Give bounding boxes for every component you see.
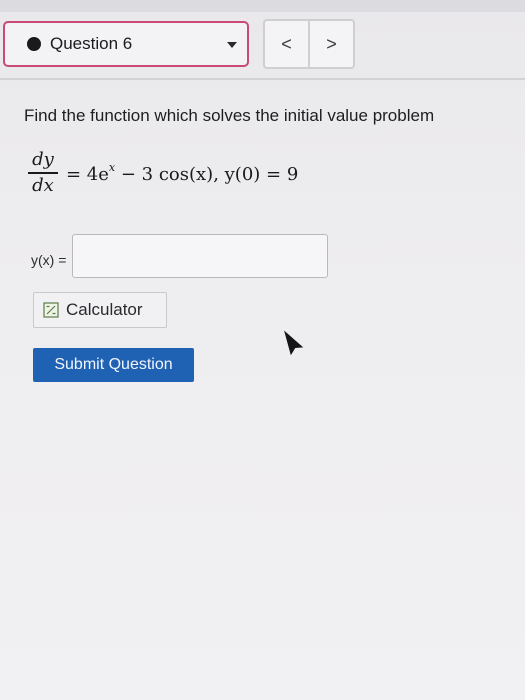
fraction-denominator: dx (32, 174, 54, 196)
mouse-pointer-icon (284, 330, 304, 356)
chevron-right-icon: > (326, 33, 337, 54)
question-select[interactable]: Question 6 (3, 21, 249, 67)
fraction-bar (28, 172, 58, 174)
fraction-numerator: dy (32, 149, 54, 170)
submit-question-button[interactable]: Submit Question (33, 348, 194, 382)
caret-down-icon[interactable] (227, 42, 237, 48)
calculator-icon (43, 302, 59, 318)
differential-equation: dy dx = 4ex − 3 cos(x), y(0) = 9 (28, 150, 298, 196)
previous-question-button[interactable]: < (265, 21, 308, 67)
header-divider (0, 78, 525, 80)
rhs-prefix: = 4e (66, 163, 109, 185)
question-prompt: Find the function which solves the initi… (24, 106, 435, 125)
answer-label: y(x) = (31, 252, 67, 268)
filled-dot-icon (27, 37, 41, 51)
page: Question 6 < > Find the function which s… (0, 0, 525, 700)
calculator-label: Calculator (66, 300, 143, 319)
question-nav: < > (263, 19, 355, 69)
next-question-button[interactable]: > (308, 21, 353, 67)
answer-input[interactable] (72, 234, 328, 278)
top-strip (0, 0, 525, 12)
derivative-fraction: dy dx (28, 150, 58, 196)
rhs-suffix: − 3 cos(x), y(0) = 9 (115, 163, 299, 185)
chevron-left-icon: < (281, 33, 292, 54)
question-label: Question 6 (50, 34, 133, 53)
calculator-button[interactable]: Calculator (33, 292, 167, 328)
equation-rhs: = 4ex − 3 cos(x), y(0) = 9 (66, 161, 298, 185)
